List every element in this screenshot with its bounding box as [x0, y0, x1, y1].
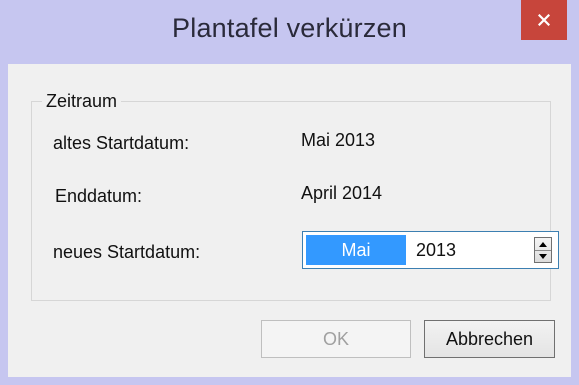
new-start-date-picker[interactable]: Mai 2013 — [302, 231, 559, 269]
window-title: Plantafel verkürzen — [172, 13, 407, 43]
new-start-label: neues Startdatum: — [53, 242, 201, 262]
title-bar[interactable]: Plantafel verkürzen — [0, 0, 579, 64]
end-date-label: Enddatum: — [55, 186, 143, 206]
close-icon — [538, 14, 550, 26]
groupbox-legend: Zeitraum — [42, 91, 122, 112]
date-picker-month[interactable]: Mai — [306, 235, 406, 265]
close-button[interactable] — [521, 0, 567, 40]
cancel-button[interactable]: Abbrechen — [424, 320, 555, 358]
dialog-window: Plantafel verkürzen Zeitraum altes Start… — [0, 0, 579, 385]
date-spinner[interactable] — [534, 237, 552, 263]
dialog-client-area: Zeitraum altes Startdatum: Mai 2013 Endd… — [8, 64, 571, 377]
end-date-value: April 2014 — [301, 183, 383, 203]
old-start-label: altes Startdatum: — [53, 133, 190, 153]
old-start-value: Mai 2013 — [301, 130, 376, 150]
arrow-down-icon — [539, 253, 547, 259]
spin-down-button[interactable] — [535, 250, 551, 262]
arrow-up-icon — [539, 241, 547, 247]
date-picker-year[interactable]: 2013 — [416, 235, 456, 265]
ok-button[interactable]: OK — [261, 320, 411, 358]
